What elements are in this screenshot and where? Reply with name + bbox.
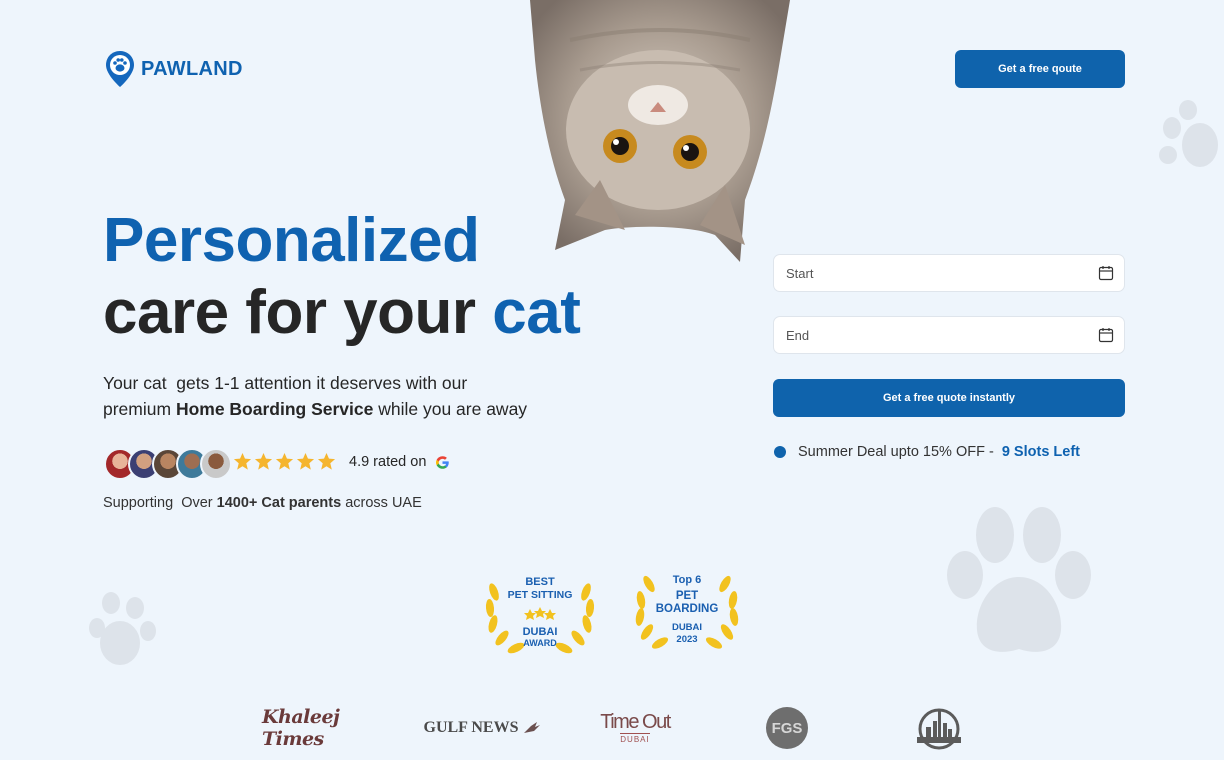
gulf-news-logo: GULF NEWS: [420, 705, 545, 750]
dubai-skyline-badge-logo: [912, 706, 966, 752]
star-icon: [275, 452, 294, 470]
google-icon: [436, 455, 450, 469]
avatar: [200, 448, 232, 480]
start-date-field[interactable]: [773, 254, 1125, 292]
hero-headline: Personalized care for your cat: [103, 205, 581, 349]
star-icon: [296, 452, 315, 470]
paw-decoration-icon: [1159, 100, 1218, 167]
skyline-badge-icon: [917, 708, 961, 750]
support-part: across UAE: [341, 495, 422, 511]
headline-line-2: care for your cat: [103, 277, 581, 349]
end-date-field[interactable]: [773, 316, 1125, 354]
brand-name: PAWLAND: [141, 57, 243, 80]
subtext-bold: Home Boarding Service: [175, 399, 374, 419]
support-bold: 1400+ Cat parents: [216, 495, 342, 511]
support-part: Supporting Over: [103, 495, 217, 511]
get-quote-instantly-button[interactable]: Get a free quote instantly: [773, 379, 1125, 417]
time-out-city: DUBAI: [620, 732, 650, 744]
award-line: PET SITTING: [507, 589, 573, 601]
award-line: PET: [675, 590, 699, 602]
customer-avatars: [104, 448, 232, 480]
brand-logo[interactable]: PAWLAND: [105, 50, 243, 88]
time-out-text: Time Out: [600, 710, 671, 733]
award-best-pet-sitting: BEST PET SITTING DUBAI AWARD: [480, 562, 600, 657]
time-out-dubai-logo: Time Out DUBAI: [600, 705, 671, 750]
award-line: DUBAI: [522, 626, 558, 638]
deal-text: Summer Deal upto 15% OFF -: [798, 444, 998, 460]
award-line: Top 6: [672, 574, 702, 586]
award-line: BEST: [525, 576, 555, 588]
summer-deal-banner: Summer Deal upto 15% OFF - 9 Slots Left: [774, 444, 1080, 460]
subtext-line-1: Your cat gets 1-1 attention it deserves …: [103, 373, 468, 393]
fgs-logo: FGS: [765, 706, 809, 750]
headline-line-2-text: care for your: [103, 278, 493, 347]
get-free-quote-button[interactable]: Get a free qoute: [955, 50, 1125, 88]
star-icon: [317, 452, 336, 470]
headline-highlight: cat: [492, 278, 581, 347]
deal-dot-icon: [774, 446, 786, 458]
khaleej-times-logo: Khaleej Times: [262, 705, 394, 750]
award-line: BOARDING: [655, 603, 719, 615]
fgs-badge: FGS: [766, 707, 808, 749]
falcon-icon: [524, 721, 541, 733]
khaleej-times-text: Khaleej Times: [262, 705, 340, 750]
start-date-input[interactable]: [784, 264, 1098, 282]
award-line: DUBAI: [671, 622, 703, 633]
end-date-input[interactable]: [784, 326, 1098, 344]
support-text: Supporting Over 1400+ Cat parents across…: [103, 495, 422, 511]
award-top-6-pet-boarding: Top 6 PET BOARDING DUBAI 2023: [627, 562, 747, 657]
rating-text: 4.9 rated on: [349, 454, 427, 470]
subtext-part: while you are away: [373, 399, 528, 419]
subtext-part: premium: [103, 399, 176, 419]
award-line: AWARD: [523, 638, 557, 648]
hero-subtext: Your cat gets 1-1 attention it deserves …: [103, 370, 623, 422]
deal-slots-left: 9 Slots Left: [1001, 444, 1080, 460]
calendar-icon[interactable]: [1098, 327, 1114, 343]
subtext-line-2: premium Home Boarding Service while you …: [103, 396, 623, 422]
calendar-icon[interactable]: [1098, 265, 1114, 281]
rating-stars: [233, 452, 336, 471]
rating-label: 4.9 rated on: [349, 454, 450, 470]
paw-decoration-icon: [89, 592, 156, 665]
award-line: 2023: [676, 634, 698, 645]
paw-decoration-icon: [947, 507, 1091, 652]
star-icon: [233, 452, 252, 470]
fgs-text: FGS: [771, 719, 803, 737]
gulf-news-text: GULF NEWS: [423, 718, 519, 736]
star-icon: [254, 452, 273, 470]
headline-line-1: Personalized: [103, 206, 480, 275]
location-paw-icon: [106, 51, 134, 87]
